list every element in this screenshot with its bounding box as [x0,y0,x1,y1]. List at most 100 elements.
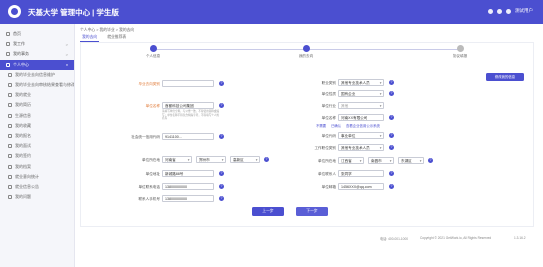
sidebar-item-favorites[interactable]: 我的收藏 [0,121,74,131]
sidebar-item-archive[interactable]: 我的档案 [0,161,74,171]
unit-name-right-input[interactable]: 河南XX有限公司 [338,114,384,121]
sidebar-item-resume[interactable]: 我的简历 [0,100,74,110]
industry-label: 单位行业 [321,104,336,108]
step-dot [149,45,157,52]
sidebar-item-contract[interactable]: 我的签约 [0,151,74,161]
doc-icon [8,154,12,159]
help-icon[interactable]: ? [389,133,394,138]
briefcase-icon [6,42,10,47]
sidebar-item-announcements[interactable]: 就业信息公告 [0,182,74,192]
unit-name-right-label: 单位名称 [321,116,336,120]
sidebar-item-source-info[interactable]: 生源信息 [0,111,74,121]
credit-code-input[interactable]: 9141100... [162,133,214,140]
chart-icon [8,174,12,179]
help-icon[interactable]: ? [219,103,224,108]
doc-icon [8,113,12,118]
home-icon[interactable] [497,8,502,14]
right-province-select[interactable]: 江西省 [338,157,364,164]
address-input[interactable]: 新城路88号 [162,170,214,177]
tab-destination[interactable]: 我的去向 [80,34,100,42]
contact-label: 单位联系人 [318,172,336,176]
help-icon[interactable]: ? [389,80,394,85]
help-icon[interactable]: ? [219,196,224,201]
email-label: 单位邮箱 [321,185,336,189]
avatar[interactable] [506,8,511,14]
city-select[interactable]: 郑州市 [196,156,226,163]
sidebar-item-questions[interactable]: 我的问题 [0,192,74,202]
link-not-required[interactable]: 不需要 [316,123,326,128]
address-label: 单位地址 [145,172,160,176]
logo [8,5,21,18]
user-name[interactable]: 测试用户 [515,8,533,14]
footer: 电话: 400-001-1000 Copyright © 2021 GetWor… [80,233,534,243]
home-icon [6,32,10,37]
unit-phone-label: 单位联系电话 [138,185,160,189]
doc-icon [8,133,12,138]
doc-icon [8,144,12,149]
footer-phone: 电话: 400-001-1000 [380,237,408,241]
unit-nature-select[interactable]: 国有企业 [338,90,384,97]
right-city-select[interactable]: 南昌市 [368,157,394,164]
sidebar-item-home[interactable]: 首页 [0,29,74,39]
contact-phone-input[interactable]: 13800000000 [162,195,214,202]
doc-icon [8,72,12,77]
star-icon [8,123,12,128]
sidebar-item-personal-center[interactable]: 个人中心 v [0,59,74,70]
tab-bar: 我的去向 就业推荐表 [80,34,128,42]
help-icon[interactable]: ? [389,115,394,120]
sidebar-item-employment[interactable]: 我的就业 [0,90,74,100]
help-icon[interactable]: ? [428,158,433,163]
sidebar-item-registration[interactable]: 我的报名 [0,131,74,141]
unit-name-label: 单位名称 [145,104,160,108]
app-title: 天基大学 管理中心 | 学生版 [28,8,119,17]
help-icon[interactable]: ? [389,145,394,150]
next-button[interactable]: 下一步 [296,207,328,216]
link-confirmed[interactable]: 已确认 [331,123,341,128]
help-icon[interactable]: ? [264,157,269,162]
right-district-select[interactable]: 东湖区 [398,157,424,164]
contact-input[interactable]: 张同学 [338,170,384,177]
unit-code-label: 单位代码 [321,134,336,138]
sidebar-item-interview[interactable]: 我的面试 [0,141,74,151]
sidebar-item-work[interactable]: 我工作 > [0,39,74,49]
unit-location-label: 单位所在地 [318,159,336,163]
location-label: 单位所在地 [142,158,160,162]
help-icon[interactable]: ? [389,171,394,176]
link-credit-system[interactable]: 查看企业信用公示系统 [346,123,380,128]
doc-icon [8,93,12,98]
unit-name-input[interactable]: 首都科技公司集团 [162,102,214,109]
bell-icon[interactable] [488,8,493,14]
step-3: 协议填报 [440,45,480,59]
edit-info-button[interactable]: 修改我的信息 [486,73,524,81]
job-category-label: 工作职位类别 [314,146,336,150]
sidebar-item-destination-review[interactable]: 我的毕业去向审核结果查看与修改管理 [0,80,74,90]
prev-button[interactable]: 上一步 [252,207,284,216]
unit-phone-input[interactable]: 13800000000 [162,183,214,190]
folder-icon [6,52,10,57]
help-icon[interactable]: ? [389,91,394,96]
destination-input[interactable] [162,80,214,87]
job-type-select[interactable]: 其他专业技术人员 [338,79,384,86]
unit-code-select[interactable]: 事业单位 [338,132,384,139]
sidebar-item-destination-info[interactable]: 我的毕业去向信息维护 [0,70,74,80]
email-input[interactable]: 1456XXX@qq.com [338,183,384,190]
industry-select[interactable]: 其他 [338,102,384,109]
question-icon [8,195,12,200]
sidebar: 首页 我工作 > 我的事务 > 个人中心 v 我的毕业去向信息维护 我的毕业去向审核结… [0,24,75,267]
sidebar-item-affairs[interactable]: 我的事务 > [0,49,74,59]
unit-name-note: 请填写单位全称，与公章一致，不得使用简称或缩写；单位名称不得包含特殊字符，不得填… [162,110,220,120]
step-dot [302,45,310,52]
unit-nature-label: 单位性质 [321,92,336,96]
user-icon [6,62,10,67]
sidebar-item-intent-stats[interactable]: 就业意向统计 [0,172,74,182]
help-icon[interactable]: ? [219,81,224,86]
province-select[interactable]: 河南省 [162,156,192,163]
help-icon[interactable]: ? [219,184,224,189]
footer-copyright: Copyright © 2021 GetWork.io, All Rights … [420,236,492,240]
district-select[interactable]: 高新区 [230,156,260,163]
help-icon[interactable]: ? [389,184,394,189]
job-category-select[interactable]: 其他专业技术人员 [338,144,384,151]
help-icon[interactable]: ? [219,171,224,176]
help-icon[interactable]: ? [219,134,224,139]
tab-recommendation[interactable]: 就业推荐表 [105,34,128,42]
